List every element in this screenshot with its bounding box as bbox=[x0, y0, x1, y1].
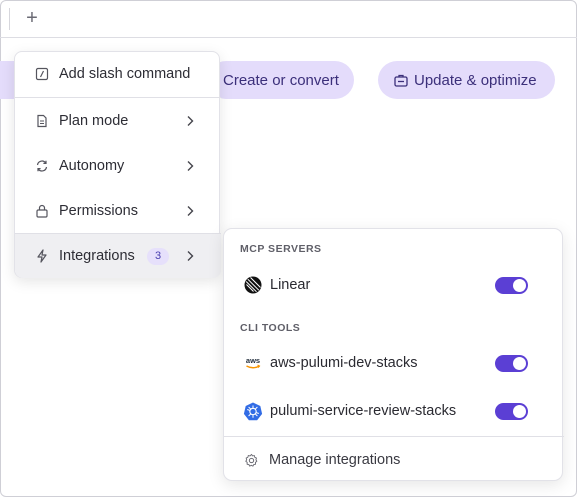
toggle-knob bbox=[513, 404, 526, 418]
cli-tools-heading: CLI TOOLS bbox=[240, 322, 301, 334]
menu-item-label: Autonomy bbox=[59, 158, 125, 174]
lightning-icon bbox=[37, 249, 47, 263]
top-bar: + bbox=[0, 0, 577, 38]
integration-row-pulumi-service-review-stacks[interactable]: pulumi-service-review-stacks bbox=[224, 396, 564, 426]
menu-item-add-slash-command[interactable]: Add slash command bbox=[15, 52, 221, 96]
integration-row-linear[interactable]: Linear bbox=[224, 270, 564, 300]
refresh-icon bbox=[36, 160, 48, 172]
mcp-servers-heading: MCP SERVERS bbox=[240, 243, 322, 255]
integration-label: aws-pulumi-dev-stacks bbox=[270, 355, 418, 371]
kubernetes-icon bbox=[243, 402, 263, 421]
chip-label: Create or convert bbox=[223, 71, 339, 89]
chevron-right-icon bbox=[187, 161, 194, 171]
count-badge: 3 bbox=[147, 247, 169, 265]
lock-icon bbox=[36, 204, 48, 218]
menu-item-permissions[interactable]: Permissions bbox=[15, 189, 221, 233]
menu-item-label: Add slash command bbox=[59, 66, 191, 82]
toolbox-icon bbox=[394, 74, 408, 87]
slash-command-icon bbox=[35, 67, 49, 81]
linear-icon bbox=[244, 276, 262, 294]
integrations-submenu: MCP SERVERS Linear CLI TOOLS aws aws-pul… bbox=[223, 228, 564, 481]
menu-item-plan-mode[interactable]: Plan mode bbox=[15, 99, 221, 143]
menu-item-label: Integrations bbox=[59, 248, 135, 264]
menu-divider bbox=[15, 97, 221, 98]
gear-icon bbox=[245, 453, 258, 467]
linear-toggle[interactable] bbox=[495, 276, 528, 294]
aws-icon: aws bbox=[246, 356, 261, 369]
create-or-convert-chip[interactable]: Create or convert bbox=[207, 61, 354, 99]
manage-integrations-label: Manage integrations bbox=[269, 452, 401, 468]
manage-integrations-button[interactable]: Manage integrations bbox=[224, 446, 564, 474]
pulumi-service-review-stacks-toggle[interactable] bbox=[495, 402, 528, 420]
document-icon bbox=[37, 114, 47, 128]
svg-text:aws: aws bbox=[246, 356, 260, 365]
integration-row-aws-pulumi-dev-stacks[interactable]: aws aws-pulumi-dev-stacks bbox=[224, 348, 564, 378]
chevron-right-icon bbox=[187, 206, 194, 216]
toggle-knob bbox=[513, 356, 526, 370]
panel-divider bbox=[224, 436, 564, 437]
menu-item-autonomy[interactable]: Autonomy bbox=[15, 144, 221, 188]
aws-pulumi-dev-stacks-toggle[interactable] bbox=[495, 354, 528, 372]
chevron-right-icon bbox=[187, 116, 194, 126]
chevron-right-icon bbox=[187, 251, 194, 261]
menu-item-label: Permissions bbox=[59, 203, 138, 219]
chip-label: Update & optimize bbox=[414, 71, 537, 89]
toggle-knob bbox=[513, 278, 526, 292]
divider bbox=[9, 8, 10, 30]
menu-item-integrations[interactable]: Integrations 3 bbox=[15, 234, 221, 278]
new-tab-button[interactable]: + bbox=[22, 8, 42, 28]
update-optimize-chip[interactable]: Update & optimize bbox=[378, 61, 555, 99]
integration-label: pulumi-service-review-stacks bbox=[270, 403, 457, 419]
composer-options-menu: Add slash command Plan mode Autonomy Per… bbox=[14, 51, 221, 278]
menu-item-label: Plan mode bbox=[59, 113, 129, 129]
integration-label: Linear bbox=[270, 277, 311, 293]
